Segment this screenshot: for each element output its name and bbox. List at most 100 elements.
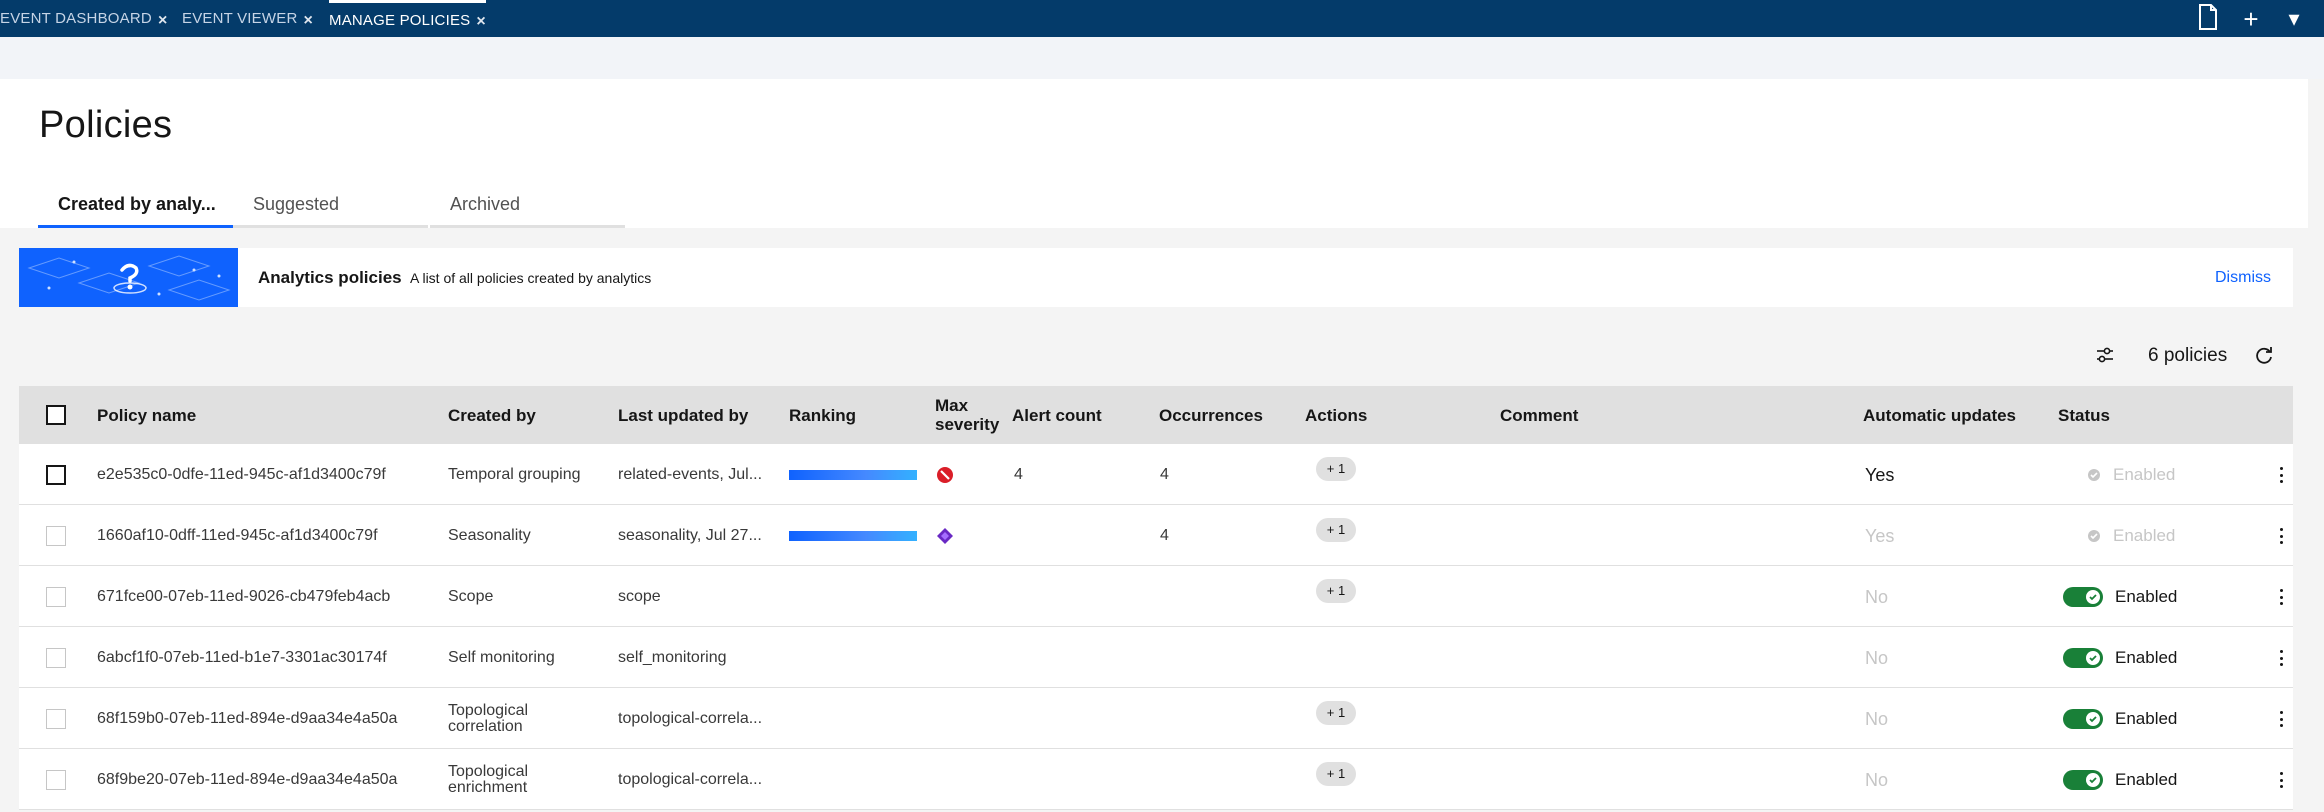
tab-manage-policies[interactable]: MANAGE POLICIES ×: [329, 0, 486, 37]
status: Enabled: [2087, 505, 2175, 566]
overflow-menu-icon[interactable]: [2277, 464, 2285, 486]
row-checkbox[interactable]: [46, 709, 66, 729]
created-by: Temporal grouping: [448, 465, 581, 483]
policy-name[interactable]: e2e535c0-0dfe-11ed-945c-af1d3400c79f: [97, 444, 386, 505]
add-icon[interactable]: +: [2236, 4, 2266, 34]
banner-description: A list of all policies created by analyt…: [410, 270, 652, 286]
header-strip: [0, 37, 2324, 79]
tab-label: EVENT VIEWER: [182, 10, 298, 27]
col-occurrences[interactable]: Occurrences: [1159, 386, 1263, 444]
overflow-menu-icon[interactable]: [2277, 647, 2285, 669]
overflow-menu-icon[interactable]: [2277, 708, 2285, 730]
row-checkbox[interactable]: [46, 648, 66, 668]
created-by: Self monitoring: [448, 648, 555, 666]
status-toggle[interactable]: Enabled: [2063, 627, 2177, 688]
toggle-switch: [2063, 586, 2103, 607]
status-toggle[interactable]: Enabled: [2063, 688, 2177, 749]
document-icon[interactable]: [2193, 4, 2223, 36]
checkmark-icon: [2088, 529, 2100, 542]
col-actions: Actions: [1305, 405, 1368, 425]
row-checkbox[interactable]: [46, 465, 66, 485]
toggle-switch: [2063, 708, 2103, 729]
banner-illustration: [19, 248, 238, 307]
table-header: Policy name Created by Last updated by R…: [19, 386, 2293, 444]
automatic-updates: No: [1865, 586, 1889, 607]
critical-severity-icon: [936, 444, 954, 505]
diamond-severity-icon: [936, 505, 954, 566]
table-row[interactable]: 68f159b0-07eb-11ed-894e-d9aa34e4a50a Top…: [19, 688, 2293, 749]
last-updated-by: related-events, Jul...: [618, 465, 763, 483]
actions-chip[interactable]: + 1: [1316, 743, 1356, 804]
last-updated-by: topological-correla...: [618, 770, 763, 788]
select-all-checkbox[interactable]: [46, 405, 66, 425]
col-comment: Comment: [1500, 405, 1579, 425]
status-toggle[interactable]: Enabled: [2063, 749, 2177, 810]
col-last-updated-by[interactable]: Last updated by: [618, 386, 748, 444]
table-row[interactable]: 68f9be20-07eb-11ed-894e-d9aa34e4a50a Top…: [19, 749, 2293, 810]
refresh-icon[interactable]: [2253, 344, 2275, 366]
checkmark-icon: [2088, 468, 2100, 481]
policy-name[interactable]: 68f159b0-07eb-11ed-894e-d9aa34e4a50a: [97, 688, 397, 749]
app-tab-bar: EVENT DASHBOARD × EVENT VIEWER × MANAGE …: [0, 0, 2324, 37]
col-max-severity[interactable]: Max severity: [935, 386, 1005, 444]
tab-archived[interactable]: Archived: [430, 186, 625, 228]
status-toggle[interactable]: Enabled: [2063, 566, 2177, 627]
tab-event-dashboard[interactable]: EVENT DASHBOARD ×: [0, 0, 167, 37]
status: Enabled: [2087, 444, 2175, 505]
table-row[interactable]: 1660af10-0dff-11ed-945c-af1d3400c79f Sea…: [19, 505, 2293, 566]
close-icon[interactable]: ×: [158, 12, 168, 30]
policy-count: 6 policies: [2148, 345, 2228, 366]
policy-name[interactable]: 1660af10-0dff-11ed-945c-af1d3400c79f: [97, 505, 378, 566]
automatic-updates: Yes: [1865, 525, 1895, 546]
col-created-by[interactable]: Created by: [448, 386, 536, 444]
ranking-bar: [789, 444, 917, 505]
col-alert-count[interactable]: Alert count: [1012, 386, 1102, 444]
page-title: Policies: [39, 104, 173, 146]
table-row[interactable]: 6abcf1f0-07eb-11ed-b1e7-3301ac30174f Sel…: [19, 627, 2293, 688]
actions-chip[interactable]: + 1: [1316, 499, 1356, 560]
automatic-updates: No: [1865, 647, 1889, 668]
automatic-updates: No: [1865, 708, 1889, 729]
col-ranking[interactable]: Ranking: [789, 386, 856, 444]
ranking-bar: [789, 505, 917, 566]
automatic-updates: No: [1865, 769, 1889, 790]
tab-event-viewer[interactable]: EVENT VIEWER ×: [182, 0, 313, 37]
overflow-menu-icon[interactable]: [2277, 769, 2285, 791]
row-checkbox[interactable]: [46, 770, 66, 790]
tab-label: EVENT DASHBOARD: [0, 10, 152, 27]
actions-chip[interactable]: + 1: [1316, 438, 1356, 499]
info-banner: Analytics policies A list of all policie…: [19, 248, 2293, 307]
settings-adjust-icon[interactable]: [2094, 344, 2116, 366]
col-automatic-updates[interactable]: Automatic updates: [1863, 386, 2016, 444]
row-checkbox[interactable]: [46, 587, 66, 607]
close-icon[interactable]: ×: [476, 13, 486, 31]
policy-name[interactable]: 68f9be20-07eb-11ed-894e-d9aa34e4a50a: [97, 749, 397, 810]
occurrences: 4: [1160, 526, 1169, 544]
col-status[interactable]: Status: [2058, 386, 2110, 444]
created-by: Topological correlation: [448, 701, 529, 735]
overflow-menu-icon[interactable]: [2277, 525, 2285, 547]
close-icon[interactable]: ×: [303, 12, 313, 30]
table-row[interactable]: e2e535c0-0dfe-11ed-945c-af1d3400c79f Tem…: [19, 444, 2293, 505]
policy-name[interactable]: 6abcf1f0-07eb-11ed-b1e7-3301ac30174f: [97, 627, 387, 688]
alert-count: 4: [1014, 465, 1023, 483]
table-row[interactable]: 671fce00-07eb-11ed-9026-cb479feb4acb Sco…: [19, 566, 2293, 627]
actions-chip[interactable]: + 1: [1316, 682, 1356, 743]
last-updated-by: scope: [618, 587, 661, 605]
dismiss-link[interactable]: Dismiss: [2215, 269, 2271, 287]
row-checkbox[interactable]: [46, 526, 66, 546]
last-updated-by: topological-correla...: [618, 709, 763, 727]
tab-suggested[interactable]: Suggested: [233, 186, 428, 228]
toggle-switch: [2063, 769, 2103, 790]
last-updated-by: self_monitoring: [618, 648, 727, 666]
toggle-switch: [2063, 647, 2103, 668]
overflow-menu-icon[interactable]: [2277, 586, 2285, 608]
created-by: Topological enrichment: [448, 762, 529, 796]
actions-chip[interactable]: + 1: [1316, 560, 1356, 621]
col-policy-name[interactable]: Policy name: [97, 386, 196, 444]
policy-name[interactable]: 671fce00-07eb-11ed-9026-cb479feb4acb: [97, 566, 390, 627]
banner-title: Analytics policies: [258, 268, 402, 287]
created-by: Scope: [448, 587, 494, 605]
chevron-down-icon[interactable]: ▾: [2279, 4, 2309, 34]
tab-created-by-analytics[interactable]: Created by analy...: [38, 186, 233, 228]
